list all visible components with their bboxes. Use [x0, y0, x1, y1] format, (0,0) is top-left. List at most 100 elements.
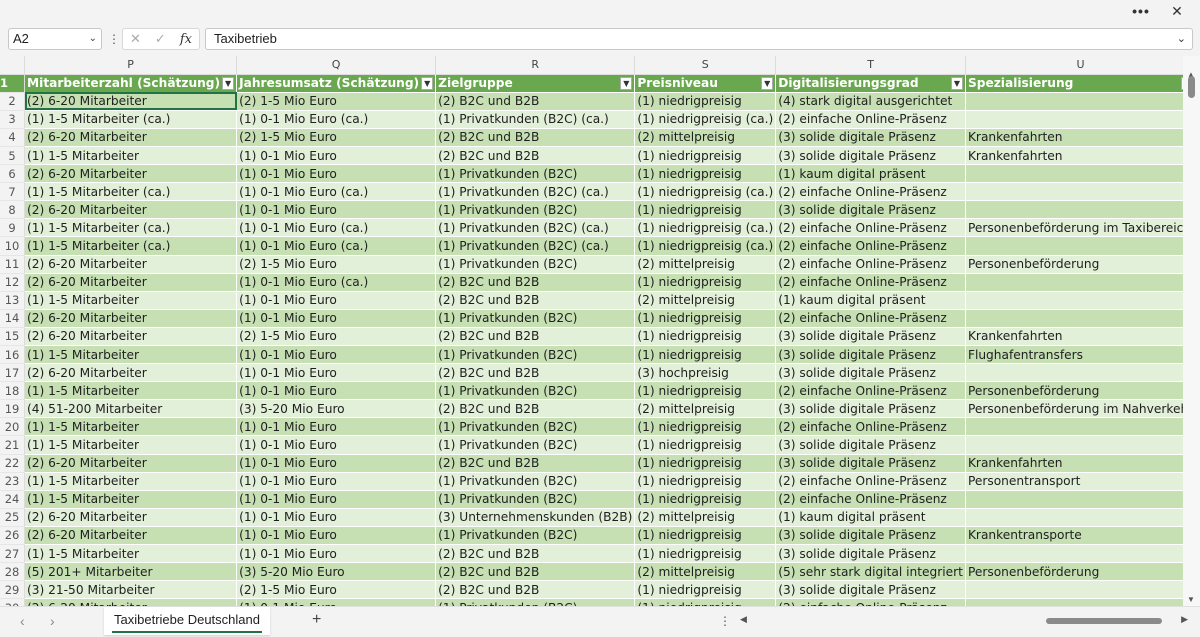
table-cell[interactable]	[965, 435, 1183, 455]
formula-input[interactable]: Taxibetrieb ⌄	[205, 28, 1193, 50]
row-number[interactable]: 11	[0, 255, 26, 274]
table-cell[interactable]: (2) B2C und B2B	[435, 399, 636, 419]
table-cell[interactable]: (1) Privatkunden (B2C)	[435, 345, 636, 365]
header-cell[interactable]: Zielgruppe ▼	[435, 74, 636, 93]
filter-dropdown-icon[interactable]: ▼	[950, 76, 963, 90]
table-cell[interactable]: (1) 0-1 Mio Euro	[236, 472, 437, 491]
table-cell[interactable]: (2) B2C und B2B	[435, 544, 636, 564]
table-cell[interactable]: (1) 0-1 Mio Euro	[236, 291, 437, 310]
table-cell[interactable]: (1) niedrigpreisig (ca.)	[634, 236, 777, 256]
filter-dropdown-icon[interactable]: ▼	[222, 76, 235, 90]
table-cell[interactable]: (1) niedrigpreisig	[634, 345, 777, 365]
column-header-s[interactable]: S	[634, 56, 777, 75]
table-cell[interactable]: (1) 0-1 Mio Euro	[236, 363, 437, 383]
table-cell[interactable]	[965, 110, 1183, 129]
sheet-options-icon[interactable]: ⋮	[719, 614, 731, 628]
table-cell[interactable]: (1) 0-1 Mio Euro (ca.)	[236, 218, 437, 238]
table-cell[interactable]: (1) 1-5 Mitarbeiter (ca.)	[24, 110, 238, 129]
table-cell[interactable]: (1) 0-1 Mio Euro	[236, 544, 437, 564]
table-cell[interactable]	[965, 182, 1183, 202]
enter-icon[interactable]: ✓	[155, 31, 166, 47]
table-cell[interactable]: (2) 6-20 Mitarbeiter	[24, 273, 238, 292]
table-cell[interactable]: (3) solide digitale Präsenz	[775, 399, 966, 419]
table-cell[interactable]: (1) 1-5 Mitarbeiter (ca.)	[24, 236, 238, 256]
table-cell[interactable]: (2) einfache Online-Präsenz	[775, 381, 966, 401]
insert-function-icon[interactable]: fx	[180, 32, 192, 47]
select-all-corner[interactable]	[0, 56, 26, 75]
table-cell[interactable]: (2) 6-20 Mitarbeiter	[24, 309, 238, 328]
table-cell[interactable]: Personenbeförderung	[965, 562, 1183, 582]
table-cell[interactable]: (2) 6-20 Mitarbeiter	[24, 598, 238, 606]
table-cell[interactable]: (1) 1-5 Mitarbeiter	[24, 490, 238, 509]
table-cell[interactable]: (2) 6-20 Mitarbeiter	[24, 327, 238, 347]
column-header-p[interactable]: P	[24, 56, 238, 75]
more-options-button[interactable]: •••	[1126, 0, 1156, 22]
table-cell[interactable]: (1) niedrigpreisig	[634, 526, 777, 546]
table-cell[interactable]: (1) 1-5 Mitarbeiter	[24, 345, 238, 365]
table-cell[interactable]: (3) 5-20 Mio Euro	[236, 562, 437, 582]
table-cell[interactable]: (2) B2C und B2B	[435, 363, 636, 383]
table-cell[interactable]: (3) Unternehmenskunden (B2B)	[435, 508, 636, 527]
column-header-t[interactable]: T	[775, 56, 966, 75]
table-cell[interactable]: (1) Privatkunden (B2C)	[435, 417, 636, 437]
table-cell[interactable]: (2) einfache Online-Präsenz	[775, 273, 966, 292]
table-cell[interactable]: (3) 21-50 Mitarbeiter	[24, 580, 238, 600]
header-cell[interactable]: Spezialisierung▼	[965, 74, 1183, 93]
table-cell[interactable]: Krankenfahrten	[965, 128, 1183, 147]
table-cell[interactable]: (1) 0-1 Mio Euro	[236, 490, 437, 509]
row-number[interactable]: 8	[0, 200, 26, 220]
row-number[interactable]: 26	[0, 526, 26, 546]
table-cell[interactable]: (1) 0-1 Mio Euro	[236, 381, 437, 401]
table-cell[interactable]: (1) 0-1 Mio Euro (ca.)	[236, 182, 437, 202]
vertical-scrollbar[interactable]: ▲ ▼	[1183, 56, 1200, 606]
table-cell[interactable]: (2) B2C und B2B	[435, 291, 636, 310]
table-cell[interactable]: (1) Privatkunden (B2C) (ca.)	[435, 236, 636, 256]
filter-dropdown-icon[interactable]: ▼	[620, 76, 633, 90]
table-cell[interactable]: (3) 5-20 Mio Euro	[236, 399, 437, 419]
header-cell[interactable]: Jahresumsatz (Schätzung) ▼	[236, 74, 437, 93]
row-number[interactable]: 13	[0, 291, 26, 310]
table-cell[interactable]: (3) solide digitale Präsenz	[775, 435, 966, 455]
table-cell[interactable]: (1) niedrigpreisig	[634, 598, 777, 606]
table-cell[interactable]: (1) 0-1 Mio Euro	[236, 146, 437, 166]
row-number[interactable]: 9	[0, 218, 26, 238]
table-cell[interactable]: Krankenfahrten	[965, 146, 1183, 166]
table-cell[interactable]: (1) 1-5 Mitarbeiter (ca.)	[24, 182, 238, 202]
name-box[interactable]: A2 ⌄	[8, 28, 102, 50]
table-cell[interactable]: (2) mittelpreisig	[634, 399, 777, 419]
table-cell[interactable]: (2) B2C und B2B	[435, 128, 636, 147]
next-sheet-button[interactable]: ›	[50, 613, 55, 629]
table-cell[interactable]: (1) niedrigpreisig	[634, 92, 777, 111]
table-cell[interactable]	[965, 309, 1183, 328]
column-header-q[interactable]: Q	[236, 56, 437, 75]
table-cell[interactable]: (1) niedrigpreisig	[634, 309, 777, 328]
table-cell[interactable]: (3) solide digitale Präsenz	[775, 345, 966, 365]
table-cell[interactable]	[965, 490, 1183, 509]
table-cell[interactable]: (2) einfache Online-Präsenz	[775, 110, 966, 129]
table-cell[interactable]: (2) B2C und B2B	[435, 92, 636, 111]
table-cell[interactable]: (1) 1-5 Mitarbeiter	[24, 146, 238, 166]
row-number[interactable]: 2	[0, 92, 26, 111]
table-cell[interactable]: (1) 0-1 Mio Euro (ca.)	[236, 236, 437, 256]
table-cell[interactable]: (2) B2C und B2B	[435, 146, 636, 166]
scroll-down-icon[interactable]: ▼	[1187, 595, 1195, 604]
table-cell[interactable]: (4) 51-200 Mitarbeiter	[24, 399, 238, 419]
table-cell[interactable]: (1) Privatkunden (B2C) (ca.)	[435, 218, 636, 238]
table-cell[interactable]: (2) B2C und B2B	[435, 327, 636, 347]
table-cell[interactable]: (2) mittelpreisig	[634, 562, 777, 582]
table-cell[interactable]: (5) sehr stark digital integriert	[775, 562, 966, 582]
table-cell[interactable]: (1) 1-5 Mitarbeiter	[24, 472, 238, 491]
table-cell[interactable]: (1) 0-1 Mio Euro	[236, 200, 437, 220]
table-cell[interactable]: (1) Privatkunden (B2C)	[435, 309, 636, 328]
table-cell[interactable]: (1) kaum digital präsent	[775, 164, 966, 184]
table-cell[interactable]: (1) niedrigpreisig (ca.)	[634, 218, 777, 238]
table-cell[interactable]: (3) solide digitale Präsenz	[775, 526, 966, 546]
table-cell[interactable]: (2) B2C und B2B	[435, 580, 636, 600]
row-number[interactable]: 7	[0, 182, 26, 202]
header-cell[interactable]: Preisniveau ▼	[634, 74, 777, 93]
table-cell[interactable]: (2) einfache Online-Präsenz	[775, 218, 966, 238]
row-number[interactable]: 16	[0, 345, 26, 365]
table-cell[interactable]: (3) solide digitale Präsenz	[775, 454, 966, 473]
table-cell[interactable]	[965, 598, 1183, 606]
table-cell[interactable]: (1) 1-5 Mitarbeiter	[24, 291, 238, 310]
